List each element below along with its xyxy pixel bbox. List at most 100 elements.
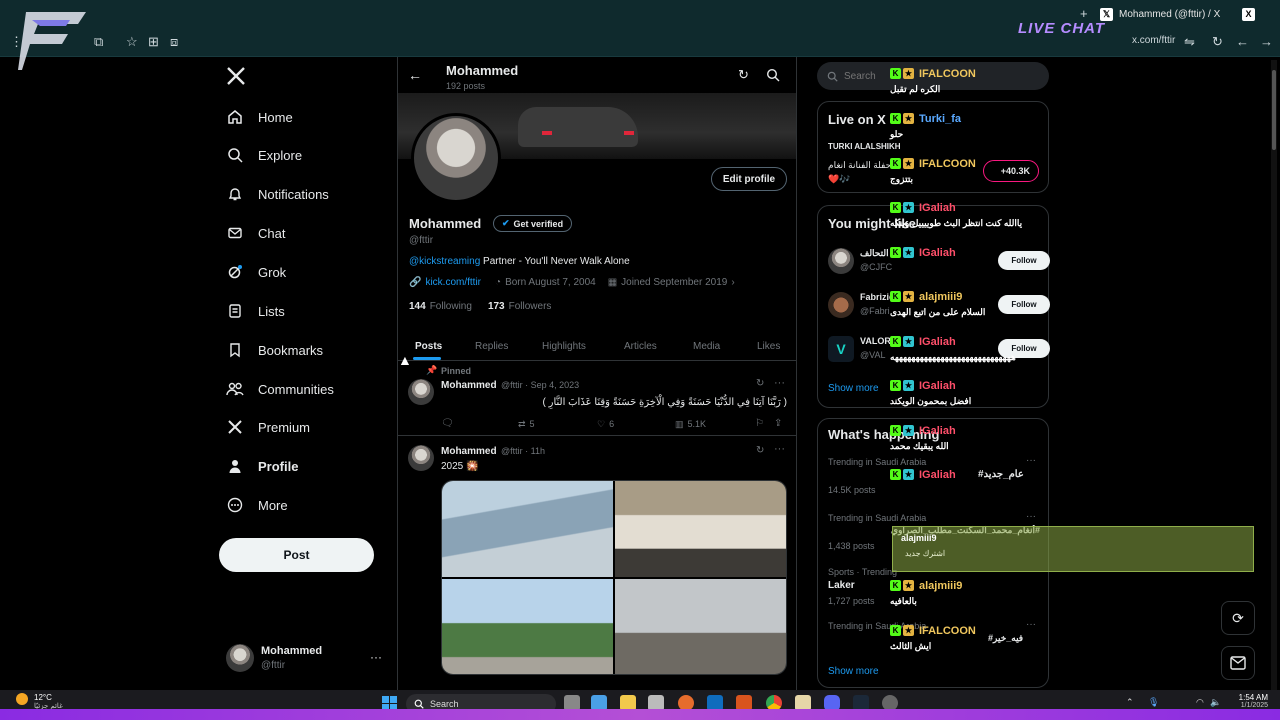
- live-title-text[interactable]: حفلة الفنانة انغام: [828, 160, 891, 171]
- clock-date[interactable]: 1/1/2025: [1234, 702, 1268, 709]
- nav-item-grok[interactable]: Grok: [226, 257, 286, 287]
- collections-icon[interactable]: ⊞: [148, 35, 159, 49]
- show-more-link[interactable]: Show more: [828, 666, 879, 677]
- search-icon[interactable]: [766, 68, 780, 82]
- forward-icon[interactable]: →: [1260, 35, 1273, 49]
- post-image[interactable]: [615, 579, 786, 674]
- post-author[interactable]: Mohammed: [441, 380, 497, 391]
- heart-icon: ♡: [597, 419, 606, 429]
- following-count[interactable]: 144: [409, 301, 426, 312]
- show-more-link[interactable]: Show more: [828, 383, 879, 394]
- account-name: Mohammed: [261, 645, 323, 657]
- avatar[interactable]: [408, 379, 434, 405]
- kick-badge-icon: K: [890, 247, 901, 258]
- nav-item-more[interactable]: More: [226, 490, 288, 520]
- chat-username: IGaliah: [919, 468, 956, 481]
- post-image[interactable]: [615, 481, 786, 577]
- followers-count[interactable]: 173: [488, 301, 505, 312]
- suggestion-handle: @VAL: [860, 350, 886, 360]
- avatar[interactable]: [408, 445, 434, 471]
- link-icon: 🔗: [409, 277, 422, 288]
- post-image[interactable]: [442, 481, 613, 577]
- scrollbar[interactable]: [1271, 60, 1277, 690]
- get-verified-button[interactable]: ✔ Get verified: [493, 215, 573, 232]
- nav-item-profile[interactable]: Profile: [226, 451, 298, 481]
- post-image[interactable]: [442, 579, 613, 674]
- post-text: ( رَبَّنَا آتِنَا فِي الدُّنْيَا حَسَنَة…: [542, 397, 787, 408]
- nav-item-communities[interactable]: Communities: [226, 374, 334, 404]
- chat-username: IGaliah: [919, 379, 956, 392]
- chat-username: alajmiii9: [919, 579, 963, 592]
- nav-item-explore[interactable]: Explore: [226, 140, 302, 170]
- balloon-icon: ◔: [495, 277, 502, 288]
- volume-icon[interactable]: 🔈: [1210, 697, 1221, 708]
- wifi-icon[interactable]: ◠: [1196, 697, 1204, 708]
- kick-badge-icon: K: [890, 202, 901, 213]
- address-bar[interactable]: x.com/fttir: [1132, 35, 1175, 46]
- x-logo-icon[interactable]: [226, 66, 246, 86]
- nav-item-notifications[interactable]: Notifications: [226, 179, 329, 209]
- chat-text: بتتزوج: [890, 174, 914, 184]
- edit-profile-button[interactable]: Edit profile: [711, 167, 787, 191]
- reader-icon[interactable]: ⇋: [1184, 35, 1195, 49]
- reply-icon[interactable]: 🗨: [441, 418, 454, 429]
- weather-temp[interactable]: 12°C: [34, 693, 52, 702]
- bio-mention-link[interactable]: @kickstreaming: [409, 256, 480, 267]
- mic-icon[interactable]: 🎙: [1148, 697, 1159, 708]
- kick-badge-icon: K: [890, 291, 901, 302]
- view-count: 5.1K: [687, 419, 707, 429]
- chat-user: K ★ IFALCOON: [890, 66, 1065, 81]
- post[interactable]: Mohammed @fttir · 11h ↻ ··· 2025 🎇: [398, 437, 796, 697]
- grok-icon[interactable]: ↻: [738, 67, 749, 83]
- post-media-grid[interactable]: [441, 480, 787, 675]
- chevron-up-icon[interactable]: ⌃: [1126, 697, 1134, 708]
- tab-close-button[interactable]: X: [1242, 7, 1255, 21]
- bookmark-icon[interactable]: ⚐: [755, 418, 764, 429]
- repost-count: 5: [529, 419, 535, 429]
- grok-icon[interactable]: ↻: [756, 378, 764, 389]
- nav-item-home[interactable]: Home: [226, 102, 293, 132]
- extensions-icon[interactable]: ⧉: [94, 35, 103, 49]
- profile-avatar[interactable]: [411, 113, 501, 203]
- account-switcher[interactable]: Mohammed @fttir ···: [226, 642, 386, 674]
- browser-tab[interactable]: 𝕏 Mohammed (@fttir) / X X: [1100, 5, 1255, 23]
- clock-time[interactable]: 1:54 AM: [1234, 693, 1268, 702]
- grok-icon[interactable]: ↻: [756, 445, 764, 456]
- share-icon[interactable]: ⧈: [170, 35, 178, 49]
- active-tab-indicator: [413, 357, 441, 360]
- post-button[interactable]: Post: [219, 538, 374, 572]
- more-icon[interactable]: ···: [774, 443, 785, 455]
- back-icon[interactable]: ←: [1236, 35, 1249, 49]
- pinned-post[interactable]: 📌 Pinned Mohammed @fttir · Sep 4, 2023 ↻…: [398, 361, 796, 437]
- share-icon[interactable]: ⇪: [774, 418, 782, 429]
- like-action[interactable]: ♡ 6: [597, 419, 614, 430]
- following-label[interactable]: Following: [430, 301, 472, 312]
- new-tab-icon[interactable]: +: [1080, 7, 1088, 21]
- banner-light: [624, 131, 634, 135]
- follow-stats: 144 Following 173 Followers: [409, 301, 551, 312]
- more-icon[interactable]: ···: [370, 650, 382, 664]
- followers-label[interactable]: Followers: [509, 301, 552, 312]
- refresh-icon[interactable]: ↻: [1212, 35, 1223, 49]
- messages-float-button[interactable]: [1221, 646, 1255, 680]
- search-icon: [827, 71, 838, 82]
- subscriber-badge-icon: ★: [903, 158, 914, 169]
- views-action[interactable]: ▥ 5.1K: [675, 419, 706, 430]
- chat-text: هههههههههههههههههههههههههههههه: [890, 352, 1016, 362]
- more-icon[interactable]: ···: [774, 377, 785, 389]
- scrollbar-thumb[interactable]: [1272, 70, 1276, 150]
- nav-item-bookmarks[interactable]: Bookmarks: [226, 335, 323, 365]
- website-link[interactable]: kick.com/fttir: [425, 277, 481, 288]
- nav-item-premium[interactable]: Premium: [226, 412, 310, 442]
- suggestion-name: التحالف: [860, 248, 889, 258]
- grok-float-button[interactable]: ⟳: [1221, 601, 1255, 635]
- nav-item-lists[interactable]: Lists: [226, 296, 285, 326]
- star-icon[interactable]: ☆: [126, 35, 138, 49]
- subscriber-badge-icon: ★: [903, 625, 914, 636]
- back-arrow-icon[interactable]: ←: [408, 67, 422, 83]
- nav-item-chat[interactable]: Chat: [226, 218, 285, 248]
- post-author[interactable]: Mohammed: [441, 446, 497, 457]
- repost-action[interactable]: ⇄ 5: [518, 419, 535, 430]
- profile-handle: @fttir: [409, 235, 434, 246]
- valorant-logo-icon: V: [828, 336, 854, 362]
